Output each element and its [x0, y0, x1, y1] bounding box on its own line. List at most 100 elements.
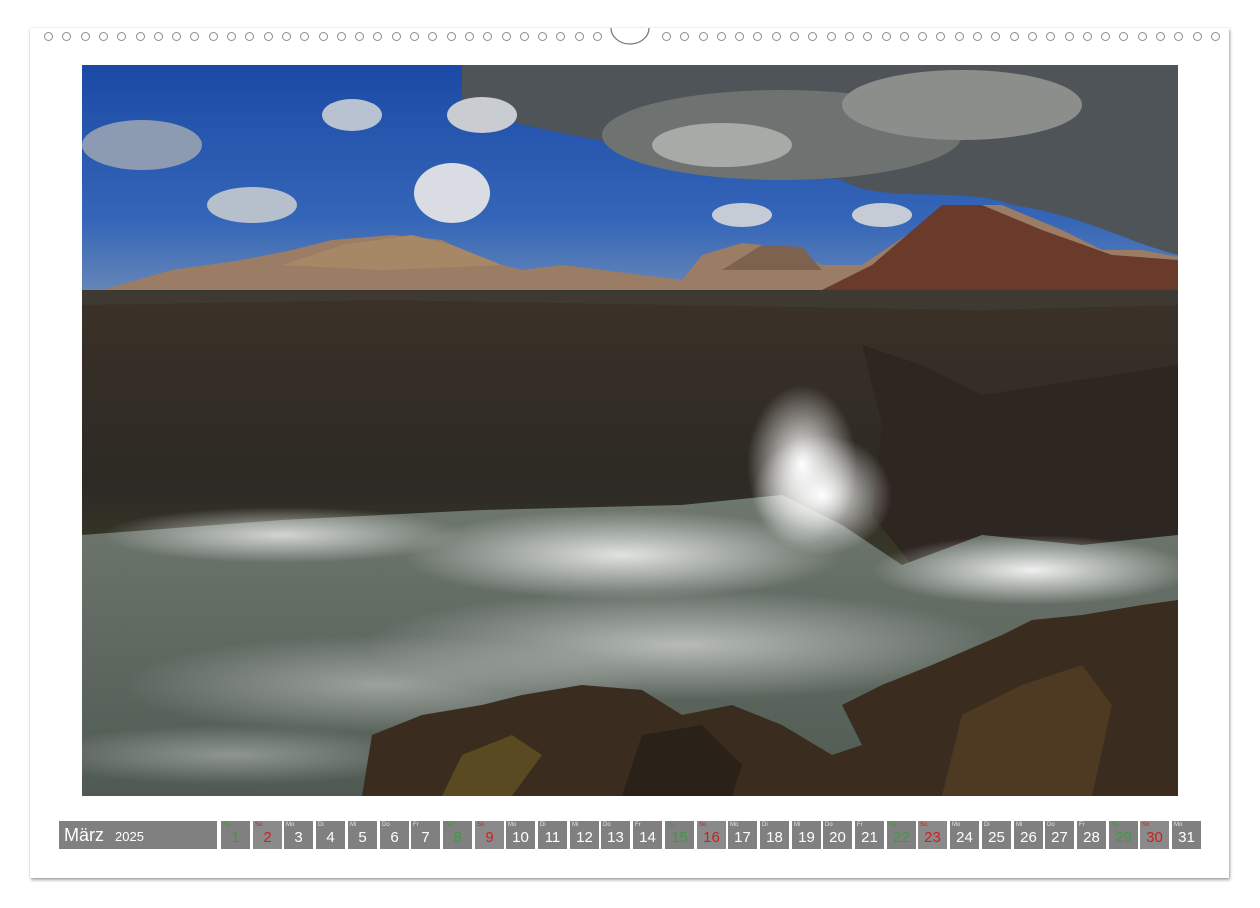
weekday-label: Sa [667, 822, 675, 828]
binding-ring [465, 32, 474, 41]
weekday-label: So [255, 822, 263, 828]
binding-ring [502, 32, 511, 41]
binding-ring [319, 32, 328, 41]
day-cell: Sa 1 [221, 821, 250, 849]
weekday-label: So [920, 822, 928, 828]
day-number: 28 [1083, 829, 1100, 846]
binding-ring [81, 32, 90, 41]
day-number: 5 [358, 829, 367, 846]
weekday-label: Mo [508, 822, 517, 828]
binding-ring [172, 32, 181, 41]
binding-ring [882, 32, 891, 41]
day-cell: Mi 19 [792, 821, 821, 849]
binding-ring [264, 32, 273, 41]
binding-ring [209, 32, 218, 41]
day-cell: Fr 21 [855, 821, 884, 849]
binding-ring [735, 32, 744, 41]
weekday-label: Mo [286, 822, 295, 828]
day-number: 31 [1178, 829, 1195, 846]
weekday-label: Fr [635, 822, 641, 828]
binding-ring [991, 32, 1000, 41]
day-number: 29 [1115, 829, 1132, 846]
weekday-label: Di [984, 822, 990, 828]
weekday-label: Sa [1111, 822, 1119, 828]
binding-ring [227, 32, 236, 41]
binding-ring [190, 32, 199, 41]
day-cell: Sa 22 [887, 821, 916, 849]
day-number: 17 [734, 829, 751, 846]
day-cell: Mi 5 [348, 821, 377, 849]
coastal-landscape-image [82, 65, 1178, 796]
binding-ring [845, 32, 854, 41]
binding-ring [1119, 32, 1128, 41]
binding-ring [1138, 32, 1147, 41]
binding-ring [1174, 32, 1183, 41]
day-number: 23 [924, 829, 941, 846]
weekday-label: Fr [413, 822, 419, 828]
day-cell: Di 18 [760, 821, 789, 849]
day-number: 1 [231, 829, 240, 846]
day-cell: Mo 10 [506, 821, 535, 849]
day-cell: Mi 26 [1014, 821, 1043, 849]
weekday-label: Sa [889, 822, 897, 828]
day-number: 26 [1020, 829, 1037, 846]
binding-ring [154, 32, 163, 41]
day-cell: So 23 [918, 821, 947, 849]
day-cell: Di 11 [538, 821, 567, 849]
weekday-label: Mo [1174, 822, 1183, 828]
day-number: 3 [294, 829, 303, 846]
binding-ring [936, 32, 945, 41]
day-cell: Sa 8 [443, 821, 472, 849]
day-number: 13 [607, 829, 624, 846]
day-cell: Do 27 [1045, 821, 1074, 849]
weekday-label: Do [825, 822, 833, 828]
binding-ring [410, 32, 419, 41]
weekday-label: Fr [857, 822, 863, 828]
month-year: 2025 [115, 829, 144, 844]
day-cell: Do 20 [823, 821, 852, 849]
day-number: 22 [893, 829, 910, 846]
day-cell: Mo 3 [284, 821, 313, 849]
binding-ring [428, 32, 437, 41]
binding-ring [355, 32, 364, 41]
binding-ring [483, 32, 492, 41]
day-cell: Mo 31 [1172, 821, 1201, 849]
day-number: 9 [485, 829, 494, 846]
weekday-label: Fr [1079, 822, 1085, 828]
binding-ring [1156, 32, 1165, 41]
day-number: 4 [326, 829, 335, 846]
binding-ring [955, 32, 964, 41]
binding-ring [520, 32, 529, 41]
binding-ring [538, 32, 547, 41]
day-number: 15 [671, 829, 688, 846]
weekday-label: Di [318, 822, 324, 828]
weekday-label: Do [1047, 822, 1055, 828]
weekday-label: Do [382, 822, 390, 828]
binding-ring [44, 32, 53, 41]
binding-ring [282, 32, 291, 41]
binding-ring [1028, 32, 1037, 41]
day-cell: So 16 [697, 821, 726, 849]
binding-ring [680, 32, 689, 41]
weekday-label: Mi [794, 822, 801, 828]
binding-ring [1083, 32, 1092, 41]
binding-ring [1101, 32, 1110, 41]
weekday-label: Mi [572, 822, 579, 828]
day-cell: Fr 7 [411, 821, 440, 849]
day-number: 10 [512, 829, 529, 846]
day-cell: Sa 29 [1109, 821, 1138, 849]
binding-ring [593, 32, 602, 41]
day-cell: Mi 12 [570, 821, 599, 849]
day-number: 27 [1051, 829, 1068, 846]
day-number: 18 [766, 829, 783, 846]
day-cell: So 30 [1140, 821, 1169, 849]
binding-ring [136, 32, 145, 41]
binding-ring [900, 32, 909, 41]
day-number: 21 [861, 829, 878, 846]
binding-ring [1211, 32, 1220, 41]
weekday-label: Di [540, 822, 546, 828]
binding-ring [447, 32, 456, 41]
day-number: 8 [453, 829, 462, 846]
binding-ring [753, 32, 762, 41]
day-number: 24 [956, 829, 973, 846]
